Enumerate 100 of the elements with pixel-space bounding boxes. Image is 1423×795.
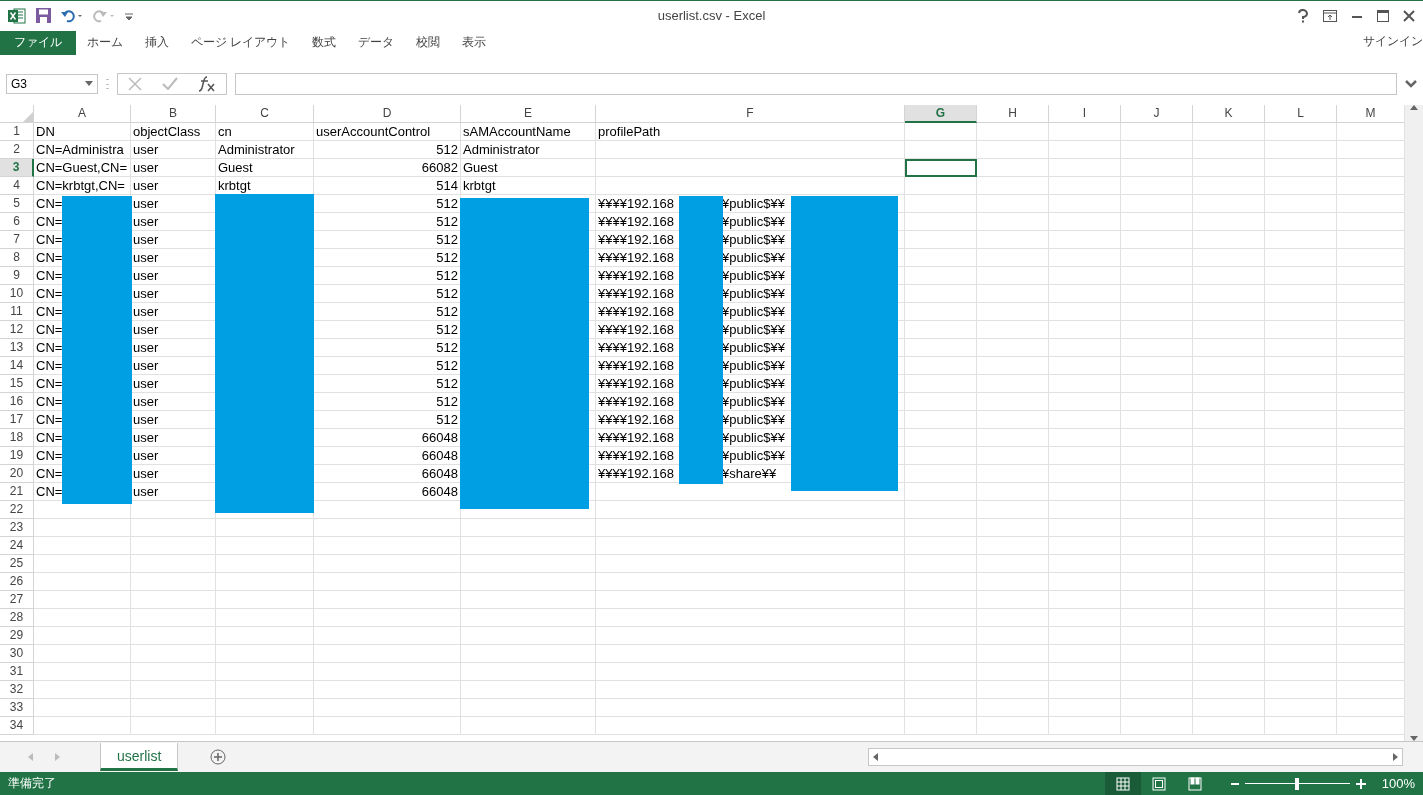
scroll-right-icon[interactable] — [1393, 753, 1398, 762]
table-cell — [1265, 518, 1337, 537]
table-cell: user — [131, 158, 216, 177]
column-header[interactable]: F — [596, 104, 905, 123]
help-icon[interactable] — [1297, 8, 1309, 23]
column-header[interactable]: H — [977, 104, 1049, 123]
table-cell — [1049, 518, 1121, 537]
table-cell — [1121, 320, 1193, 339]
table-cell — [1049, 374, 1121, 393]
table-cell — [1049, 626, 1121, 645]
table-cell — [1121, 374, 1193, 393]
undo-icon[interactable] — [61, 8, 83, 23]
selected-cell[interactable] — [905, 158, 977, 177]
table-cell — [1049, 482, 1121, 501]
table-cell — [905, 446, 977, 465]
table-cell — [977, 410, 1049, 429]
ribbon-tab[interactable]: 校閲 — [405, 30, 452, 55]
column-header[interactable]: C — [216, 104, 314, 123]
file-tab[interactable]: ファイル — [0, 30, 76, 55]
column-header[interactable]: G — [905, 104, 977, 123]
ribbon-tab[interactable]: ホーム — [76, 30, 134, 55]
expand-icon[interactable] — [1405, 79, 1417, 88]
table-cell: sAMAccountName — [461, 122, 596, 141]
save-icon[interactable] — [36, 8, 51, 24]
ribbon-display-icon[interactable] — [1323, 9, 1337, 22]
check-icon[interactable] — [162, 77, 178, 91]
column-header[interactable]: K — [1193, 104, 1265, 123]
scroll-left-icon[interactable] — [873, 753, 878, 762]
table-cell — [1121, 266, 1193, 285]
view-button[interactable] — [1104, 772, 1141, 795]
table-cell — [1265, 428, 1337, 447]
table-cell — [1265, 302, 1337, 321]
ribbon-tab[interactable]: データ — [347, 30, 406, 55]
table-cell — [1193, 374, 1265, 393]
table-cell — [1193, 554, 1265, 573]
table-cell — [1121, 230, 1193, 249]
table-cell: profilePath — [596, 122, 905, 141]
zoom-in-icon[interactable] — [1355, 778, 1366, 789]
scroll-up-icon[interactable] — [1410, 104, 1418, 110]
zoom-out-icon[interactable] — [1230, 782, 1239, 785]
table-cell — [905, 590, 977, 609]
table-cell — [1049, 392, 1121, 411]
sign-in-link[interactable]: サインイン — [1363, 30, 1423, 50]
horizontal-scrollbar[interactable] — [868, 748, 1403, 767]
table-cell — [977, 140, 1049, 159]
maximize-icon[interactable] — [1377, 9, 1389, 22]
ribbon-tab[interactable]: 表示 — [451, 30, 498, 55]
dropdown-icon[interactable] — [85, 81, 93, 87]
table-cell — [905, 536, 977, 555]
zoom-level[interactable]: 100% — [1381, 776, 1415, 791]
table-cell — [977, 266, 1049, 285]
table-cell — [1049, 680, 1121, 699]
table-cell — [977, 608, 1049, 627]
window-title: userlist.csv - Excel — [657, 8, 766, 24]
table-cell — [977, 572, 1049, 591]
table-cell — [905, 644, 977, 663]
customize-icon[interactable] — [125, 10, 133, 21]
table-cell — [1049, 554, 1121, 573]
table-cell — [977, 212, 1049, 231]
table-cell — [977, 554, 1049, 573]
close-icon[interactable] — [1403, 9, 1415, 22]
vertical-scrollbar[interactable] — [1404, 104, 1423, 742]
column-header[interactable]: E — [461, 104, 596, 123]
ribbon-tab[interactable]: ページ レイアウト — [180, 30, 302, 55]
sheet-tab[interactable]: userlist — [100, 743, 179, 772]
table-cell — [1193, 626, 1265, 645]
column-header[interactable]: I — [1049, 104, 1121, 123]
table-cell — [1049, 662, 1121, 681]
page-break-icon[interactable] — [1187, 776, 1202, 791]
formula-field[interactable] — [235, 72, 1397, 95]
table-cell — [1265, 356, 1337, 375]
table-cell — [1265, 392, 1337, 411]
ribbon-tab[interactable]: 数式 — [301, 30, 348, 55]
column-header[interactable]: L — [1265, 104, 1337, 123]
function-icon[interactable] — [198, 75, 216, 92]
table-cell — [1265, 662, 1337, 681]
zoom-thumb[interactable] — [1295, 777, 1300, 790]
table-cell — [905, 662, 977, 681]
name-box[interactable]: G3 — [6, 73, 98, 94]
add-sheet-icon[interactable] — [210, 749, 227, 766]
table-cell: objectClass — [131, 122, 216, 141]
column-header[interactable]: B — [131, 104, 216, 123]
table-cell — [1121, 194, 1193, 213]
column-header[interactable]: A — [34, 104, 131, 123]
table-cell — [905, 374, 977, 393]
table-cell — [1121, 590, 1193, 609]
table-cell — [1265, 284, 1337, 303]
page-layout-icon[interactable] — [1151, 776, 1166, 791]
column-header[interactable]: D — [314, 104, 461, 123]
table-cell — [1121, 572, 1193, 591]
table-cell: CN=Guest,CN= — [34, 158, 131, 177]
table-cell — [1193, 608, 1265, 627]
ribbon-tab[interactable]: 挿入 — [134, 30, 180, 55]
table-cell — [1049, 212, 1121, 231]
excel-logo-icon — [8, 7, 26, 24]
table-cell — [1121, 536, 1193, 555]
column-header[interactable]: J — [1121, 104, 1193, 123]
table-cell — [1049, 140, 1121, 159]
grid-view-icon[interactable] — [1115, 776, 1130, 791]
table-cell — [1193, 140, 1265, 159]
